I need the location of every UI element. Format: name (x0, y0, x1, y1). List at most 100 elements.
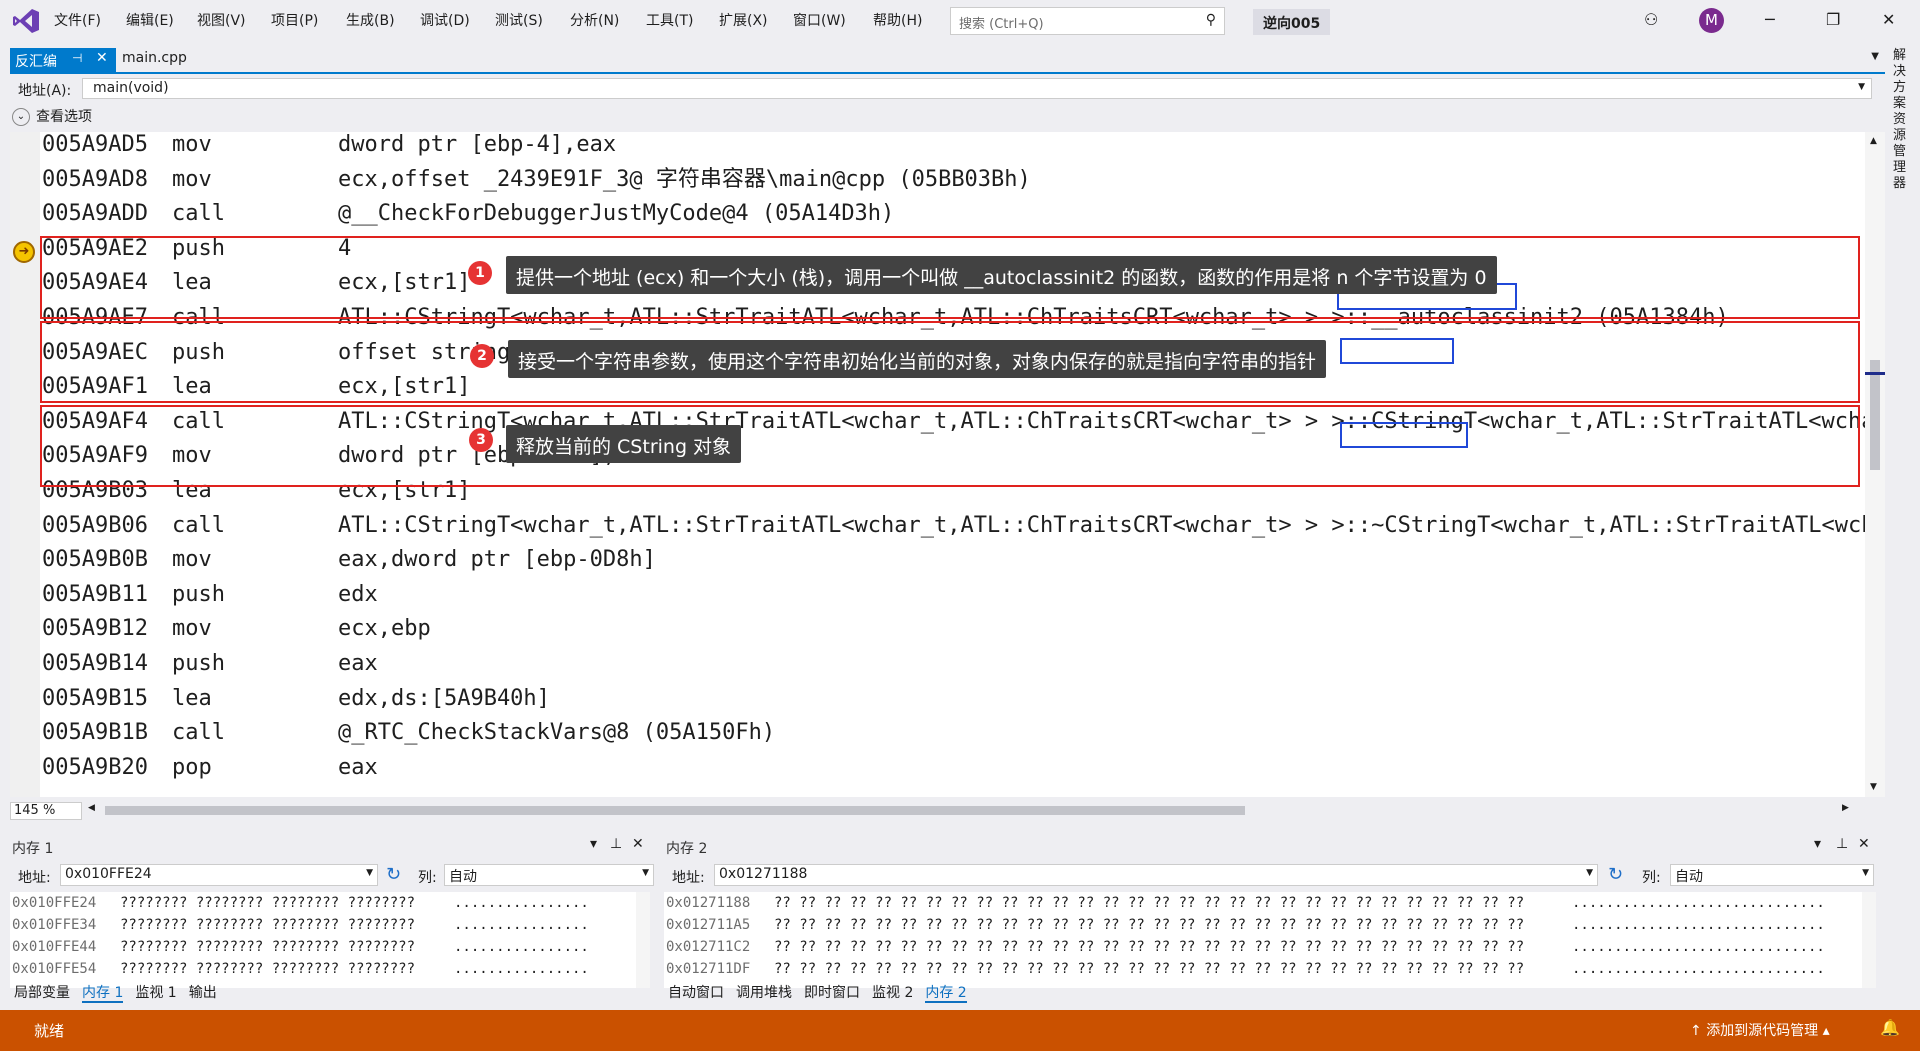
minimize-icon[interactable]: ─ (1765, 10, 1775, 29)
bottom-tab[interactable]: 内存 1 (82, 985, 124, 1003)
pin-icon[interactable]: ⊥ (610, 836, 622, 852)
instruction-addr: 005A9AD8 (42, 166, 148, 192)
chevron-down-icon[interactable]: ▼ (1586, 868, 1593, 878)
instruction-op: ecx,ebp (338, 616, 431, 642)
memory-2-columns-value: 自动 (1675, 869, 1703, 885)
bottom-tab[interactable]: 内存 2 (925, 985, 967, 1003)
close-icon[interactable]: ✕ (1858, 836, 1870, 852)
bottom-tab[interactable]: 调用堆栈 (736, 985, 792, 1001)
live-share-icon[interactable]: ⚇ (1644, 10, 1658, 29)
pin-icon[interactable]: ⊣ (72, 51, 82, 65)
menu-debug[interactable]: 调试(D) (420, 10, 470, 30)
horizontal-scroll-thumb[interactable] (105, 806, 1245, 815)
close-icon[interactable]: ✕ (632, 836, 644, 852)
menu-build[interactable]: 生成(B) (346, 10, 395, 30)
memory-1-scrollbar[interactable] (636, 892, 650, 988)
notification-bell-icon[interactable]: 🔔 (1880, 1018, 1900, 1037)
solution-explorer-dock[interactable]: 解决方案资源管理器 (1885, 42, 1920, 1010)
source-control-label: 添加到源代码管理 (1706, 1023, 1819, 1039)
tab-main-cpp[interactable]: main.cpp (122, 50, 187, 66)
instruction-mn: mov (172, 132, 212, 157)
panel-menu-chevron-down-icon[interactable]: ▾ (590, 836, 597, 852)
refresh-icon[interactable]: ↻ (1608, 864, 1623, 885)
bottom-tab[interactable]: 监视 1 (135, 985, 176, 1001)
status-ready: 就绪 (34, 1022, 65, 1040)
menu-tools[interactable]: 工具(T) (646, 10, 693, 30)
bottom-tab[interactable]: 即时窗口 (804, 985, 860, 1001)
menu-edit[interactable]: 编辑(E) (126, 10, 174, 30)
chevron-down-icon[interactable]: ▼ (1862, 868, 1869, 878)
memory-text: ................ (454, 961, 589, 977)
close-tab-icon[interactable]: ✕ (96, 50, 108, 66)
bottom-right-tabs: 自动窗口 调用堆栈 即时窗口 监视 2 内存 2 (668, 982, 979, 1003)
refresh-icon[interactable]: ↻ (386, 864, 401, 885)
memory-2-columns-select[interactable]: 自动 ▼ (1670, 864, 1874, 886)
memory-1-columns-select[interactable]: 自动 ▼ (444, 864, 654, 886)
avatar[interactable]: M (1699, 8, 1724, 33)
scroll-left-icon[interactable]: ◀ (88, 803, 95, 813)
instruction-op: eax (338, 651, 378, 676)
tab-list-chevron-down-icon[interactable]: ▼ (1871, 51, 1879, 62)
disassembly-editor[interactable]: ➜ 005A9AD5 mov dword ptr [ebp-4],eax 005A9A… (10, 132, 1865, 797)
memory-bytes: ?? ?? ?? ?? ?? ?? ?? ?? ?? ?? ?? ?? ?? ?… (774, 895, 1525, 911)
instruction-pointer-arrow-icon: ➜ (13, 241, 35, 263)
chevron-down-icon[interactable]: ▼ (642, 868, 649, 878)
chevron-down-icon[interactable]: ▼ (1858, 82, 1865, 92)
memory-2-address-label: 地址: (672, 870, 705, 886)
memory-1-address-input[interactable]: 0x010FFE24 ▼ (60, 864, 378, 886)
memory-1-grid[interactable]: 0x010FFE24 ???????? ???????? ???????? ???… (10, 892, 638, 988)
instruction-mn: call (172, 512, 225, 538)
menu-window[interactable]: 窗口(W) (793, 10, 846, 30)
instruction-mn: mov (172, 547, 212, 573)
chevron-down-icon[interactable]: ▼ (366, 868, 373, 878)
menu-view[interactable]: 视图(V) (197, 10, 246, 30)
bottom-tab[interactable]: 输出 (189, 985, 217, 1001)
memory-2-scrollbar[interactable] (1862, 892, 1876, 988)
menu-project[interactable]: 项目(P) (271, 10, 318, 30)
annotation-note-1: 提供一个地址 (ecx) 和一个大小 (栈)，调用一个叫做 __autoclas… (506, 256, 1497, 294)
scroll-up-icon[interactable]: ▲ (1870, 136, 1877, 146)
memory-text: .............................. (1572, 961, 1825, 977)
instruction-mn: lea (172, 685, 212, 711)
instruction-mn: mov (172, 616, 212, 642)
memory-2-address-input[interactable]: 0x01271188 ▼ (714, 864, 1598, 886)
memory-text: .............................. (1572, 895, 1825, 911)
memory-text: .............................. (1572, 917, 1825, 933)
editor-vertical-scrollbar[interactable]: ▲ ▼ (1865, 132, 1885, 797)
menu-test[interactable]: 测试(S) (495, 10, 543, 30)
scroll-right-icon[interactable]: ▶ (1842, 803, 1849, 813)
add-to-source-control-button[interactable]: ↑ 添加到源代码管理 ▴ (1690, 1020, 1830, 1040)
instruction-addr: 005A9AD5 (42, 132, 148, 157)
search-input[interactable]: 搜索 (Ctrl+Q) ⚲ (950, 7, 1225, 35)
bottom-tab[interactable]: 自动窗口 (668, 985, 724, 1001)
zoom-level-combobox[interactable]: 145 % (10, 802, 82, 820)
address-combobox[interactable]: main(void) ▼ (82, 78, 1872, 99)
memory-address: 0x012711A5 (666, 917, 751, 933)
highlight-destructor (1340, 422, 1468, 448)
tab-disassembly[interactable]: 反汇编 ⊣ ✕ (10, 48, 116, 72)
bottom-tab[interactable]: 监视 2 (872, 985, 913, 1001)
menu-extensions[interactable]: 扩展(X) (719, 10, 768, 30)
menu-help[interactable]: 帮助(H) (873, 10, 922, 30)
memory-1-address-label: 地址: (18, 870, 51, 886)
memory-1-address-value: 0x010FFE24 (65, 866, 152, 882)
bottom-tab[interactable]: 局部变量 (14, 985, 70, 1001)
glyph-margin[interactable] (10, 132, 40, 797)
memory-address: 0x012711DF (666, 961, 751, 977)
instruction-op: eax,dword ptr [ebp-0D8h] (338, 547, 656, 573)
panel-menu-chevron-down-icon[interactable]: ▾ (1814, 836, 1821, 852)
memory-address: 0x010FFE54 (12, 961, 97, 977)
restore-icon[interactable]: ❐ (1826, 10, 1840, 29)
close-icon[interactable]: ✕ (1882, 10, 1895, 29)
memory-2-grid[interactable]: 0x01271188 ?? ?? ?? ?? ?? ?? ?? ?? ?? ?? … (664, 892, 1864, 988)
memory-address: 0x012711C2 (666, 939, 751, 955)
scroll-thumb[interactable] (1870, 360, 1880, 470)
menu-file[interactable]: 文件(F) (54, 10, 101, 30)
view-options-toggle[interactable]: ⌄ 查看选项 (12, 106, 92, 126)
menu-analyze[interactable]: 分析(N) (570, 10, 619, 30)
pin-icon[interactable]: ⊥ (1836, 836, 1848, 852)
instruction-addr: 005A9B0B (42, 547, 148, 573)
scroll-down-icon[interactable]: ▼ (1870, 782, 1877, 792)
memory-address: 0x010FFE44 (12, 939, 97, 955)
view-options-label: 查看选项 (36, 109, 92, 125)
